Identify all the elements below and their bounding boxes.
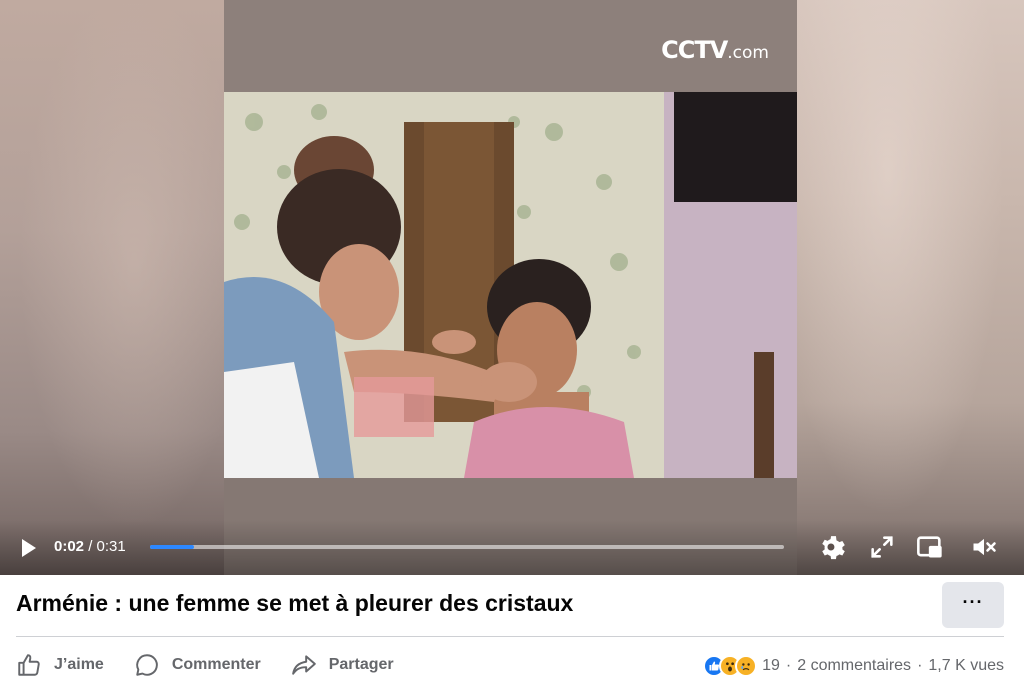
duration: 0:31 [96,538,126,555]
comment-button[interactable]: Commenter [134,652,261,678]
play-icon[interactable] [16,536,40,560]
like-button[interactable]: J’aime [16,652,104,678]
share-arrow-icon [291,655,316,675]
comment-icon [136,654,158,676]
muted-volume-icon[interactable] [970,533,998,561]
blurred-backdrop-left [0,0,224,575]
thumbs-up-icon [18,654,40,676]
comments-count-link[interactable]: 2 commentaires [797,657,911,675]
picture-in-picture-icon[interactable] [916,533,944,561]
settings-gear-icon[interactable] [818,533,846,561]
share-button[interactable]: Partager [291,652,394,678]
reaction-count[interactable]: 19 [762,657,780,675]
views-count: 1,7 K vues [928,657,1004,674]
blurred-backdrop-right [797,0,1024,575]
video-scene [224,92,797,478]
video-player[interactable]: CCTV.com 0:02 / 0:31 [0,0,1024,575]
progress-bar[interactable] [150,545,784,549]
time-readout: 0:02 / 0:31 [54,538,126,555]
reactions-summary[interactable] [703,655,758,677]
progress-fill [150,545,195,549]
stats-separator: · [917,657,923,674]
cctv-watermark-logo: CCTV.com [661,36,769,64]
post-stats: 19 · 2 commentaires · 1,7 K vues [703,655,1004,677]
more-options-label: ··· [962,592,984,612]
more-options-button[interactable]: ··· [942,582,1004,628]
stats-separator: · [785,657,792,674]
post-title: Arménie : une femme se met à pleurer des… [16,590,574,616]
video-frame[interactable]: CCTV.com [224,0,797,575]
action-bar: J’aime Commenter Partager [16,645,424,685]
player-controls: 0:02 / 0:31 [0,520,1024,575]
sad-reaction-icon [735,655,758,677]
divider [16,636,1004,637]
fullscreen-icon[interactable] [868,533,896,561]
current-time: 0:02 [54,538,85,555]
